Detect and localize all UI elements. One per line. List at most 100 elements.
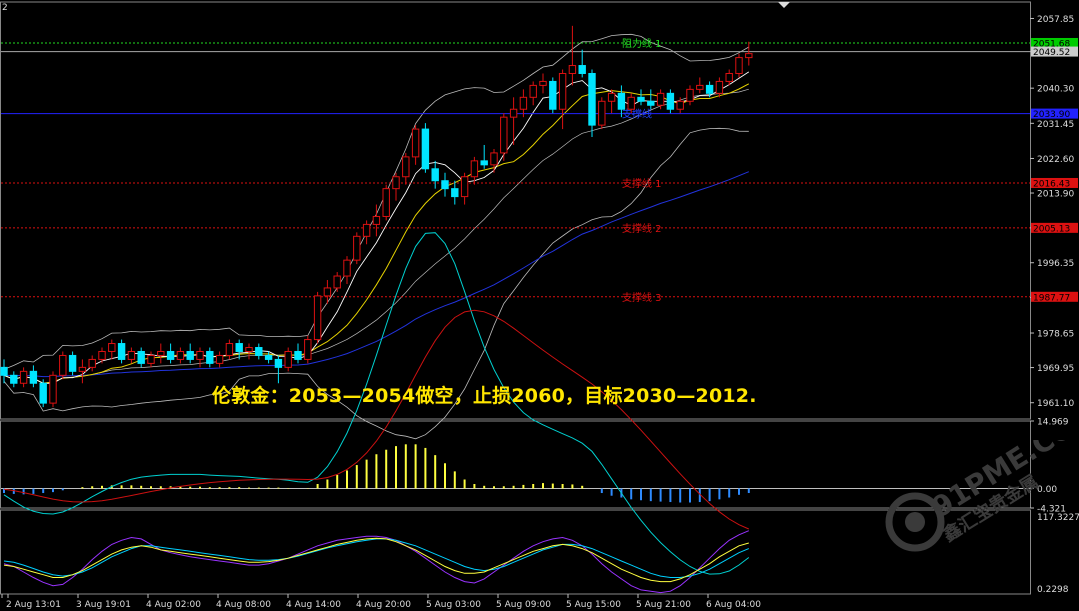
candle-body bbox=[19, 370, 28, 384]
candle-body bbox=[578, 65, 586, 74]
candle-body bbox=[245, 347, 253, 352]
candle-body bbox=[627, 96, 635, 110]
candle-body bbox=[274, 358, 283, 368]
stoch-line-2 bbox=[3, 537, 749, 583]
candle-body bbox=[715, 80, 724, 94]
price-tick-label: 2013.90 bbox=[1037, 190, 1074, 200]
candle-body bbox=[539, 80, 547, 86]
candle-body bbox=[372, 215, 381, 225]
level-label: 阻力线 1 bbox=[622, 37, 662, 50]
candle-body bbox=[568, 65, 577, 74]
candle-body bbox=[117, 343, 126, 360]
level-price-badge-text: 1987.77 bbox=[1033, 293, 1070, 303]
candle-body bbox=[529, 84, 537, 98]
candle-body bbox=[235, 343, 243, 352]
candle-body bbox=[10, 374, 18, 384]
candle-body bbox=[490, 152, 498, 166]
time-tick-label: 5 Aug 21:00 bbox=[636, 600, 691, 610]
stoch-tick-label: 117.3227 bbox=[1037, 513, 1079, 523]
trade-annotation: 伦敦金：2053—2054做空，止损2060，目标2030—2012. bbox=[212, 385, 757, 407]
candle-body bbox=[49, 374, 57, 404]
time-tick-label: 6 Aug 04:00 bbox=[706, 600, 761, 610]
time-tick-label: 3 Aug 19:01 bbox=[76, 600, 131, 610]
candle-body bbox=[607, 92, 616, 102]
candle-body bbox=[323, 287, 332, 297]
level-price-badge-text: 2005.13 bbox=[1033, 224, 1070, 234]
stoch-pane-frame bbox=[0, 509, 1031, 595]
stoch-line-0 bbox=[3, 530, 749, 594]
level-label: 支撑线 bbox=[622, 108, 652, 121]
candle-body bbox=[78, 366, 87, 372]
candle-body bbox=[294, 350, 302, 360]
price-tick-label: 1978.65 bbox=[1037, 330, 1074, 340]
current-bar-marker bbox=[778, 2, 790, 8]
candle-body bbox=[451, 188, 459, 198]
candle-body bbox=[362, 223, 371, 237]
candle-body bbox=[186, 350, 194, 360]
candle-body bbox=[431, 168, 439, 182]
candle-body bbox=[147, 354, 155, 364]
macd-pane-frame bbox=[0, 420, 1031, 509]
candle-body bbox=[588, 72, 596, 126]
candle-body bbox=[137, 350, 145, 364]
time-tick-label: 5 Aug 15:00 bbox=[566, 600, 621, 610]
main-pane-frame bbox=[0, 1, 1031, 420]
candle-body bbox=[304, 339, 312, 360]
candle-body bbox=[470, 160, 479, 178]
candle-body bbox=[421, 128, 430, 170]
level-price-badge-text: 2016.43 bbox=[1033, 179, 1070, 189]
price-tick-label: 2031.45 bbox=[1037, 120, 1074, 130]
price-tick-label: 1969.95 bbox=[1037, 364, 1074, 374]
bollinger-upper-band bbox=[3, 33, 750, 370]
candle-body bbox=[88, 358, 96, 368]
time-tick-label: 4 Aug 14:00 bbox=[286, 600, 341, 610]
candle-body bbox=[225, 343, 234, 356]
candle-body bbox=[176, 350, 185, 360]
price-tick-label: 2022.60 bbox=[1037, 155, 1074, 165]
level-price-badge-text: 2049.52 bbox=[1033, 48, 1070, 58]
candle-body bbox=[353, 235, 361, 261]
candle-body bbox=[127, 350, 136, 360]
candle-body bbox=[696, 84, 704, 90]
time-tick-label: 4 Aug 02:00 bbox=[146, 600, 201, 610]
candle-body bbox=[206, 350, 214, 364]
candle-body bbox=[676, 100, 684, 110]
corner-label: 2 bbox=[2, 3, 8, 13]
candle-body bbox=[29, 370, 38, 384]
candle-body bbox=[637, 96, 645, 102]
candle-body bbox=[392, 176, 400, 190]
price-tick-label: 2040.30 bbox=[1037, 85, 1074, 95]
price-tick-label: 1996.35 bbox=[1037, 259, 1074, 269]
candle-body bbox=[735, 57, 743, 74]
candle-body bbox=[519, 96, 528, 110]
candle-body bbox=[166, 350, 175, 360]
time-tick-label: 2 Aug 13:01 bbox=[6, 600, 61, 610]
stoch-tick-label: 0.2298 bbox=[1037, 585, 1069, 595]
level-label: 支撑线 3 bbox=[622, 291, 662, 304]
candle-body bbox=[480, 160, 488, 166]
level-label: 支撑线 1 bbox=[622, 177, 662, 190]
candle-body bbox=[725, 72, 733, 82]
candle-body bbox=[333, 275, 341, 289]
candle-body bbox=[108, 343, 116, 352]
candle-body bbox=[402, 156, 410, 178]
candle-body bbox=[549, 80, 557, 110]
candle-body bbox=[59, 354, 67, 376]
candle-body bbox=[39, 382, 47, 404]
candle-body bbox=[215, 354, 224, 364]
time-tick-label: 4 Aug 08:00 bbox=[216, 600, 271, 610]
candle-body bbox=[264, 354, 273, 360]
candle-body bbox=[656, 92, 665, 106]
chart-svg: 2 2057.85 2049.52 2040.30 2031.45 2022.60 2013… bbox=[0, 1, 1079, 610]
macd-tick-label: 14.969 bbox=[1037, 418, 1069, 428]
ma60-line bbox=[3, 171, 749, 378]
level-price-badge-text: 2033.90 bbox=[1033, 110, 1070, 120]
macd-signal-line bbox=[3, 309, 750, 530]
candle-body bbox=[441, 180, 449, 190]
candle-body bbox=[647, 100, 655, 106]
candle-body bbox=[411, 128, 420, 158]
candle-body bbox=[313, 295, 322, 341]
macd-tick-label: 0.00 bbox=[1037, 485, 1057, 495]
candle-body bbox=[617, 92, 626, 110]
candle-body bbox=[0, 366, 8, 376]
